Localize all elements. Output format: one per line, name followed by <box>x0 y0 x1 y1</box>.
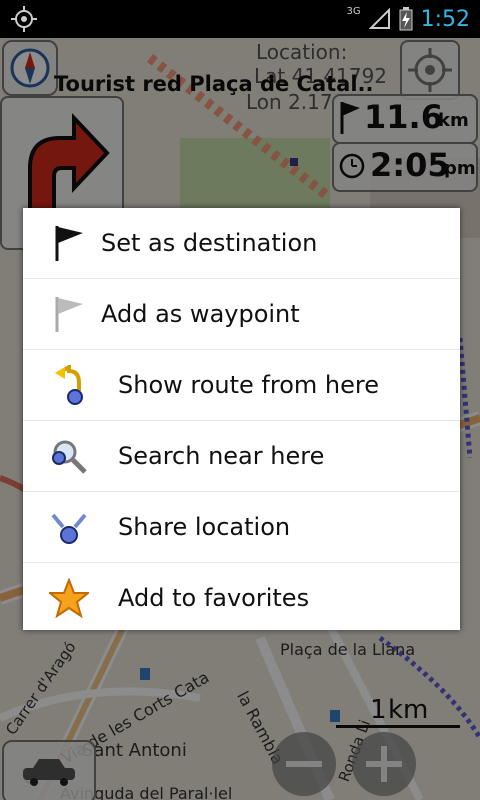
magnifier-icon <box>52 440 87 474</box>
menu-item-share-location[interactable]: Share location <box>23 492 460 563</box>
status-bar: 3G 1:52 <box>0 0 480 38</box>
menu-item-add-favorites[interactable]: Add to favorites <box>23 563 460 633</box>
menu-item-search-near[interactable]: Search near here <box>23 421 460 492</box>
route-arrow-icon <box>55 365 83 405</box>
star-icon <box>49 578 89 618</box>
menu-item-label: Add to favorites <box>118 584 310 612</box>
menu-item-set-destination[interactable]: Set as destination <box>23 208 460 279</box>
signal-icon <box>368 8 390 29</box>
black-flag-icon <box>55 226 83 261</box>
context-menu-dialog: Set as destination Add as waypoint Show … <box>23 208 460 630</box>
menu-item-label: Set as destination <box>101 229 318 257</box>
status-indicators: 3G 1:52 <box>346 4 470 34</box>
battery-charging-icon <box>399 7 413 31</box>
menu-item-add-waypoint[interactable]: Add as waypoint <box>23 279 460 350</box>
grey-flag-icon <box>55 297 83 332</box>
menu-item-label: Search near here <box>118 442 325 470</box>
clock: 1:52 <box>420 6 470 32</box>
gps-icon <box>11 6 37 32</box>
menu-item-show-route[interactable]: Show route from here <box>23 350 460 421</box>
menu-item-label: Share location <box>118 513 291 541</box>
network-type-label: 3G <box>346 5 361 17</box>
menu-item-label: Add as waypoint <box>101 300 300 328</box>
share-icon <box>51 513 87 544</box>
menu-item-label: Show route from here <box>118 371 379 399</box>
